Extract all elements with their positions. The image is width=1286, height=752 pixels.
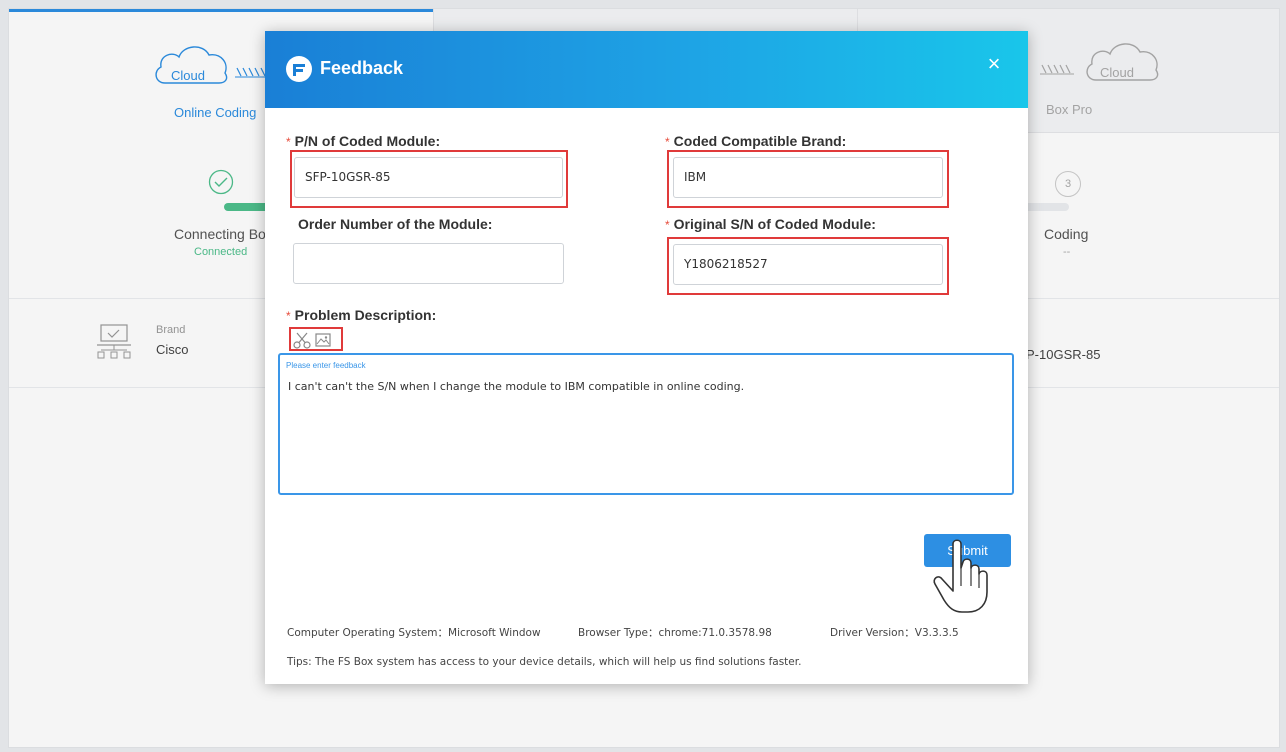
order-label: Order Number of the Module: <box>298 216 493 232</box>
brand-input[interactable]: IBM <box>673 157 943 198</box>
sn-label: * Original S/N of Coded Module: <box>665 216 876 232</box>
problem-label: * Problem Description: <box>286 307 436 323</box>
required-marker: * <box>286 309 291 323</box>
image-icon[interactable] <box>315 333 331 347</box>
order-input[interactable] <box>293 243 564 284</box>
pn-label-text: P/N of Coded Module: <box>294 133 441 149</box>
sn-input[interactable]: Y1806218527 <box>673 244 943 285</box>
required-marker: * <box>665 218 670 232</box>
brand-label: * Coded Compatible Brand: <box>665 133 846 149</box>
modal-title: Feedback <box>320 58 404 78</box>
tips-text: Tips: The FS Box system has access to yo… <box>287 656 802 668</box>
required-marker: * <box>665 135 670 149</box>
modal-header: Feedback × <box>265 31 1028 108</box>
brand-label-text: Coded Compatible Brand: <box>673 133 847 149</box>
textarea-content: I can't can't the S/N when I change the … <box>288 380 745 393</box>
close-button[interactable]: × <box>979 49 1009 79</box>
problem-textarea[interactable]: Please enter feedback I can't can't the … <box>278 353 1014 495</box>
driver-info: Driver Version：V3.3.3.5 <box>830 627 959 639</box>
pn-label: * P/N of Coded Module: <box>286 133 440 149</box>
pn-input[interactable]: SFP-10GSR-85 <box>294 157 563 198</box>
hand-pointer-icon <box>933 539 988 613</box>
toolbar-icons <box>293 332 331 349</box>
sn-label-text: Original S/N of Coded Module: <box>673 216 876 232</box>
required-marker: * <box>286 135 291 149</box>
feedback-modal: Feedback × * P/N of Coded Module: SFP-10G… <box>265 31 1028 684</box>
problem-label-text: Problem Description: <box>294 307 437 323</box>
textarea-placeholder: Please enter feedback <box>286 361 366 370</box>
browser-info: Browser Type：chrome:71.0.3578.98 <box>578 627 772 639</box>
os-info: Computer Operating System：Microsoft Wind… <box>287 627 541 639</box>
fs-logo-icon <box>286 56 312 82</box>
scissors-icon[interactable] <box>293 332 311 349</box>
